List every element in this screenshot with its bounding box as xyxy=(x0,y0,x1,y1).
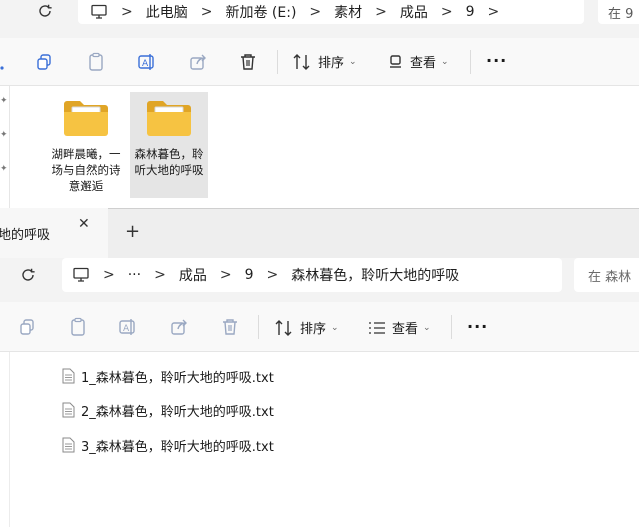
chevron-right-icon: > xyxy=(487,4,500,20)
delete-icon[interactable] xyxy=(237,51,259,73)
chevron-right-icon: > xyxy=(375,4,387,20)
text-file-icon xyxy=(62,368,75,384)
chevron-down-icon: ⌄ xyxy=(441,56,449,67)
back-navigation-pane: ✦ ✦ ✦ xyxy=(0,86,10,208)
view-button[interactable]: 查看 ⌄ xyxy=(368,318,431,337)
file-item[interactable]: 2_森林暮色，聆听大地的呼吸.txt xyxy=(62,400,274,420)
new-icon[interactable] xyxy=(0,52,14,74)
file-name: 1_森林暮色，聆听大地的呼吸.txt xyxy=(81,370,274,386)
breadcrumb-material[interactable]: 素材 xyxy=(334,2,362,22)
toolbar-divider xyxy=(470,50,471,74)
breadcrumb-finished[interactable]: 成品 xyxy=(400,2,428,22)
new-tab-icon[interactable]: + xyxy=(125,221,140,242)
paste-icon[interactable] xyxy=(85,51,107,73)
rename-icon[interactable]: A xyxy=(136,51,158,73)
folder-icon xyxy=(62,98,110,138)
svg-text:A: A xyxy=(142,59,149,69)
breadcrumb-this-pc[interactable]: 此电脑 xyxy=(146,2,188,22)
toolbar-divider xyxy=(277,50,278,74)
breadcrumb-9[interactable]: 9 xyxy=(466,4,475,20)
folder-icon xyxy=(145,98,193,138)
share-icon[interactable] xyxy=(187,51,209,73)
breadcrumb-9[interactable]: 9 xyxy=(245,267,254,283)
sort-button[interactable]: 排序 ⌄ xyxy=(274,318,339,337)
chevron-right-icon: > xyxy=(200,4,213,20)
rename-icon[interactable]: A xyxy=(117,316,139,338)
view-label: 查看 xyxy=(410,56,437,71)
svg-text:A: A xyxy=(123,324,130,334)
chevron-down-icon: ⌄ xyxy=(331,322,339,333)
view-details-icon xyxy=(368,320,386,336)
chevron-down-icon: ⌄ xyxy=(423,322,431,333)
this-pc-icon xyxy=(90,4,108,20)
sort-label: 排序 xyxy=(318,56,345,71)
breadcrumb-drive[interactable]: 新加卷 (E:) xyxy=(225,2,296,22)
paste-icon[interactable] xyxy=(67,316,89,338)
copy-icon[interactable] xyxy=(33,51,55,73)
file-item[interactable]: 3_森林暮色，聆听大地的呼吸.txt xyxy=(62,435,274,455)
breadcrumb-current-folder[interactable]: 森林暮色，聆听大地的呼吸 xyxy=(291,265,459,285)
this-pc-icon xyxy=(72,267,90,283)
file-item[interactable]: 1_森林暮色，聆听大地的呼吸.txt xyxy=(62,366,274,386)
folder-item-selected[interactable]: 森林暮色，聆听大地的呼吸 xyxy=(130,92,208,198)
close-tab-icon[interactable]: ✕ xyxy=(78,216,90,232)
file-name: 2_森林暮色，聆听大地的呼吸.txt xyxy=(81,404,274,420)
copy-icon[interactable] xyxy=(16,316,38,338)
sort-icon xyxy=(274,319,294,337)
refresh-icon[interactable] xyxy=(36,2,54,24)
back-search-input[interactable]: 在 9 xyxy=(598,0,639,24)
file-name: 3_森林暮色，聆听大地的呼吸.txt xyxy=(81,439,274,455)
pin-icon: ✦ xyxy=(0,96,8,106)
sort-button[interactable]: 排序 ⌄ xyxy=(292,52,357,71)
tab-title: 地的呼吸 xyxy=(0,227,51,243)
sort-label: 排序 xyxy=(300,322,327,337)
back-address-bar[interactable]: > 此电脑 > 新加卷 (E:) > 素材 > 成品 > 9 > xyxy=(78,0,584,24)
chevron-right-icon: > xyxy=(309,4,322,20)
front-tab[interactable]: 地的呼吸 xyxy=(0,208,108,258)
front-address-bar[interactable]: > ··· > 成品 > 9 > 森林暮色，聆听大地的呼吸 xyxy=(62,258,562,292)
pin-icon: ✦ xyxy=(0,130,8,140)
folder-item[interactable]: 湖畔晨曦，一场与自然的诗意邂逅 xyxy=(47,92,125,198)
more-options-icon[interactable]: ··· xyxy=(467,317,488,336)
breadcrumb-finished[interactable]: 成品 xyxy=(179,265,207,285)
text-file-icon xyxy=(62,402,75,418)
chevron-right-icon: > xyxy=(154,267,166,283)
chevron-down-icon: ⌄ xyxy=(349,56,357,67)
front-search-input[interactable]: 在 森林 xyxy=(574,258,639,292)
chevron-right-icon: > xyxy=(121,4,133,20)
pin-icon: ✦ xyxy=(0,164,8,174)
view-icon xyxy=(388,53,404,71)
view-button[interactable]: 查看 ⌄ xyxy=(388,52,449,71)
text-file-icon xyxy=(62,437,75,453)
front-navigation-pane xyxy=(0,352,10,527)
view-label: 查看 xyxy=(392,322,419,337)
toolbar-divider xyxy=(451,315,452,339)
more-options-icon[interactable]: ··· xyxy=(486,51,507,70)
chevron-right-icon: > xyxy=(103,267,115,283)
toolbar-divider xyxy=(258,315,259,339)
folder-name: 森林暮色，聆听大地的呼吸 xyxy=(134,147,204,177)
chevron-right-icon: > xyxy=(440,4,453,20)
sort-icon xyxy=(292,53,312,71)
share-icon[interactable] xyxy=(168,316,190,338)
breadcrumb-overflow[interactable]: ··· xyxy=(128,267,141,283)
folder-name: 湖畔晨曦，一场与自然的诗意邂逅 xyxy=(51,147,121,193)
chevron-right-icon: > xyxy=(266,267,279,283)
refresh-icon[interactable] xyxy=(19,266,37,288)
delete-icon[interactable] xyxy=(219,316,241,338)
chevron-right-icon: > xyxy=(219,267,232,283)
